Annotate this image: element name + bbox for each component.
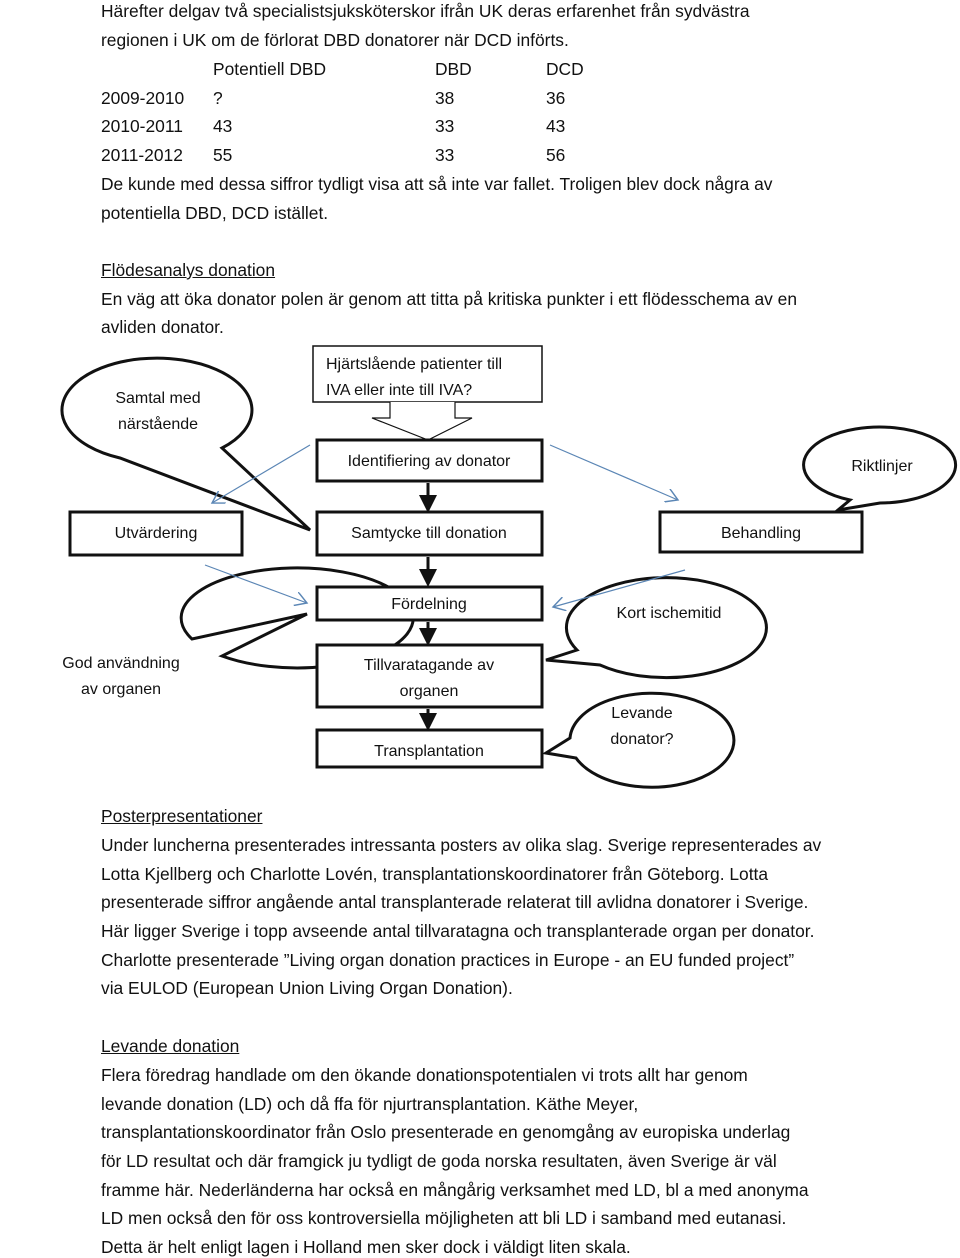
bubble-text: Kort ischemitid [617,605,722,622]
box-text: Behandling [721,525,801,542]
box-text: Identifiering av donator [348,453,511,470]
bubble-text: närstående [118,415,198,433]
flow-diagram: Hjärtslående patienter till IVA eller in… [60,345,958,789]
box-text: Fördelning [391,596,467,613]
box-text: organen [400,683,459,700]
bubble-text: God användning [62,655,179,672]
box-text: Utvärdering [115,525,198,542]
box-text: IVA eller inte till IVA? [326,382,472,399]
paragraph-line: LD men också den för oss kontroversiella… [101,1208,787,1228]
bubble-text: av organen [81,681,161,698]
paragraph-line: Detta är helt enligt lagen i Holland men… [101,1237,631,1257]
paragraph-line: för LD resultat och där framgick ju tydl… [101,1151,777,1171]
paragraph-line: transplantationskoordinator från Oslo pr… [101,1122,791,1142]
box-text: Hjärtslående patienter till [326,355,502,373]
open-arrow-icon [371,402,473,441]
paragraph-line: via EULOD (European Union Living Organ D… [101,978,513,998]
paragraph-line: Under luncherna presenterades intressant… [101,835,822,855]
paragraph-line: Lotta Kjellberg och Charlotte Lovén, tra… [101,864,769,884]
box-text: Transplantation [374,743,484,760]
section-heading: Posterpresentationer [101,806,263,826]
bubble-samtal [60,356,312,532]
paragraph-line: framme här. Nederländerna har också en m… [101,1180,809,1200]
box-text: Samtycke till donation [351,525,507,542]
bubble-text: Samtal med [115,390,200,407]
bubble-text: Riktlinjer [851,458,913,475]
paragraph-line: Här ligger Sverige i topp avseende antal… [101,921,815,941]
bubble-text: Levande [611,705,672,722]
box-text: Tillvaratagande av [364,657,494,674]
paragraph-line: levande donation (LD) och då ffa för nju… [101,1094,639,1114]
paragraph-line: Flera föredrag handlade om den ökande do… [101,1065,748,1085]
paragraph-line: Charlotte presenterade ”Living organ don… [101,950,795,970]
bubble-kort [545,576,768,680]
paragraph-line: presenterade siffror angående antal tran… [101,892,809,912]
blue-arrow [549,444,678,500]
bubble-text: donator? [610,731,673,748]
section-heading: Levande donation [101,1036,240,1056]
